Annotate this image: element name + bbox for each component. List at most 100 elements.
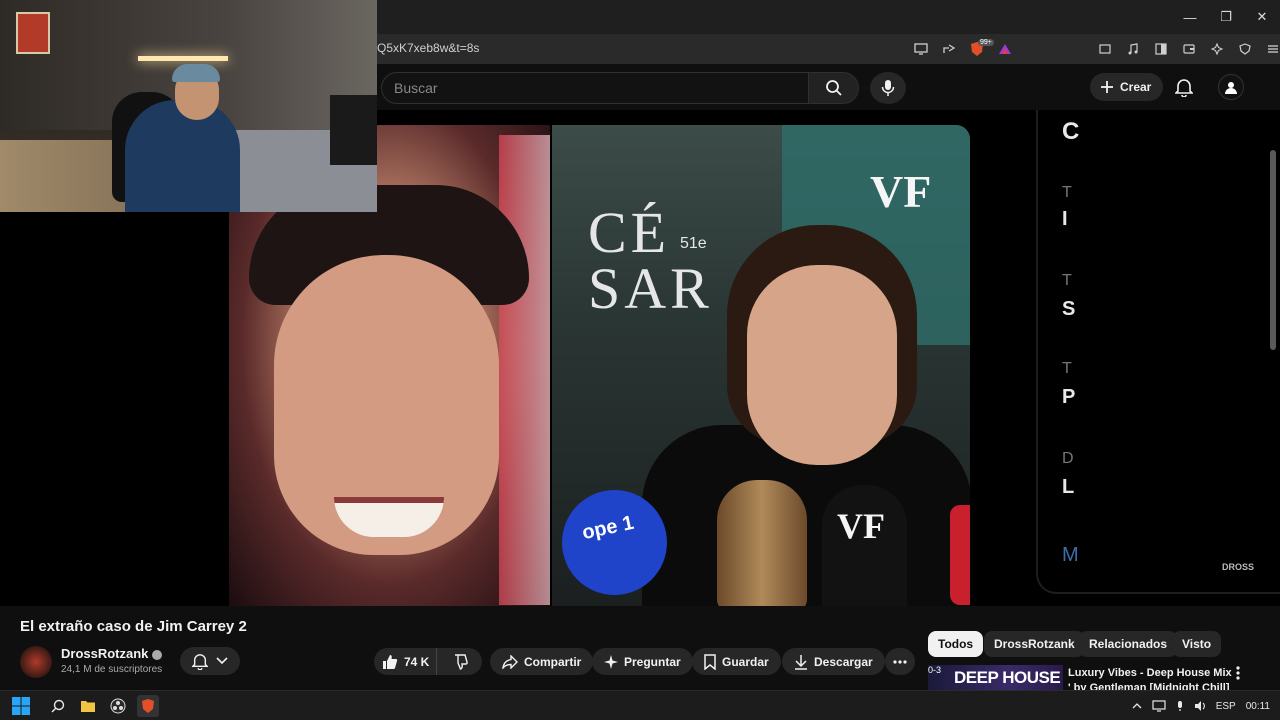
sparkle-icon <box>604 654 618 669</box>
close-button[interactable]: ✕ <box>1244 0 1280 34</box>
chapter-title[interactable]: L <box>1062 476 1074 499</box>
share-label: Compartir <box>524 654 582 669</box>
wall-picture <box>16 12 50 54</box>
more-vertical-icon[interactable] <box>1236 666 1248 684</box>
restore-button[interactable]: ❐ <box>1208 0 1244 34</box>
search-icon[interactable] <box>47 695 69 717</box>
subscriber-count: 24,1 M de suscriptores <box>61 664 163 675</box>
video-title: El extraño caso de Jim Carrey 2 <box>20 618 247 635</box>
language-indicator[interactable]: ESP <box>1216 701 1236 712</box>
ask-button[interactable]: Preguntar <box>592 648 693 675</box>
save-button[interactable]: Guardar <box>692 648 781 675</box>
dislike-button[interactable] <box>443 648 482 675</box>
download-label: Descargar <box>814 654 873 669</box>
download-icon <box>794 654 808 670</box>
download-button[interactable]: Descargar <box>782 648 885 675</box>
video-info: El extraño caso de Jim Carrey 2 DrossRot… <box>0 606 1280 709</box>
chapter-title[interactable]: S <box>1062 298 1075 321</box>
channel-avatar[interactable] <box>20 646 52 678</box>
recommendation-thumbnail[interactable]: 0-3 DEEP HOUSE <box>928 665 1063 690</box>
bell-icon <box>1175 77 1193 97</box>
page-scrollbar[interactable] <box>1270 150 1276 350</box>
system-tray: ESP 00:11 <box>1132 691 1270 720</box>
voice-search-button[interactable] <box>870 72 906 104</box>
chapter-more[interactable]: M <box>1062 544 1079 567</box>
chapter-sub: T <box>1062 272 1072 289</box>
leo-ai-icon[interactable] <box>1206 39 1228 59</box>
windows-start-icon[interactable] <box>10 695 32 717</box>
taskbar: ESP 00:11 <box>0 690 1280 720</box>
vpn-icon[interactable] <box>1234 39 1256 59</box>
filter-chip-watched[interactable]: Visto <box>1172 631 1222 657</box>
channel-name[interactable]: DrossRotzank <box>61 646 148 661</box>
browser-toolbar <box>1094 39 1280 59</box>
thumbnail-text: DEEP HOUSE <box>954 668 1061 687</box>
face-shape-2 <box>747 265 897 465</box>
account-avatar[interactable] <box>1218 74 1244 100</box>
brave-shields-icon[interactable]: 99+ <box>966 39 994 59</box>
window-controls: — ❐ ✕ <box>1172 0 1280 34</box>
more-actions-button[interactable] <box>885 648 915 675</box>
chapter-title[interactable]: I <box>1062 208 1068 231</box>
channel-watermark: DROSS <box>1221 562 1254 572</box>
sidebar-icon[interactable] <box>1150 39 1172 59</box>
verified-icon <box>152 649 163 660</box>
volume-icon[interactable] <box>1194 700 1206 712</box>
wallet-icon[interactable] <box>1178 39 1200 59</box>
like-count: 74 K <box>404 654 430 669</box>
filter-chip-all[interactable]: Todos <box>928 631 984 657</box>
cesar-trophy <box>717 480 807 606</box>
share-button[interactable]: Compartir <box>490 648 594 675</box>
menu-icon[interactable] <box>1262 39 1280 59</box>
network-icon[interactable] <box>1152 700 1166 712</box>
share-icon <box>502 654 518 669</box>
user-avatar-icon <box>1224 80 1238 94</box>
subscription-notifications-button[interactable] <box>180 647 240 675</box>
thumbnail-tag: 0-3 <box>928 665 942 675</box>
chapter-sub: T <box>1062 184 1072 201</box>
brave-rewards-icon[interactable] <box>994 39 1016 59</box>
microphone-icon[interactable] <box>1176 700 1184 712</box>
obs-icon[interactable] <box>107 695 129 717</box>
chapter-heading: C <box>1062 118 1080 145</box>
thumbs-down-icon <box>454 653 470 670</box>
plus-icon <box>1100 80 1114 94</box>
create-button[interactable]: Crear <box>1090 73 1164 101</box>
streamer-body <box>125 100 240 212</box>
channel-name-row[interactable]: DrossRotzank <box>61 646 163 661</box>
minimize-button[interactable]: — <box>1172 0 1208 34</box>
streamer-cap <box>172 64 220 82</box>
share-icon[interactable] <box>938 39 960 59</box>
webcam-overlay <box>0 0 377 212</box>
url-text[interactable]: Q5xK7xeb8w&t=8s <box>377 41 479 55</box>
chevron-up-icon[interactable] <box>1132 703 1142 709</box>
notifications-button[interactable] <box>1170 73 1198 101</box>
monitor-shape <box>330 95 377 165</box>
file-explorer-icon[interactable] <box>77 695 99 717</box>
brave-browser-icon[interactable] <box>137 695 159 717</box>
search-button[interactable] <box>809 72 859 104</box>
vf-mic-label: VF <box>837 506 885 546</box>
chapter-title[interactable]: P <box>1062 386 1075 409</box>
vf-logo: VF <box>870 166 932 217</box>
thumbs-up-icon <box>382 654 398 670</box>
cast-icon[interactable] <box>910 39 932 59</box>
music-icon[interactable] <box>1122 39 1144 59</box>
chapter-sub: T <box>1062 360 1072 377</box>
brave-badge: 99+ <box>978 39 994 46</box>
microphone-icon <box>881 79 895 97</box>
address-bar-actions: 99+ <box>910 39 1016 59</box>
create-label: Crear <box>1120 80 1152 94</box>
ask-label: Preguntar <box>624 654 681 669</box>
search-input[interactable] <box>382 73 808 103</box>
shelf-light <box>138 56 228 61</box>
like-button[interactable]: 74 K <box>374 648 437 675</box>
filter-chip-channel[interactable]: DrossRotzank <box>984 631 1085 657</box>
clock[interactable]: 00:11 <box>1246 701 1270 712</box>
save-label: Guardar <box>722 654 769 669</box>
edition-text: 51e <box>680 235 707 252</box>
filter-chip-related[interactable]: Relacionados <box>1079 631 1178 657</box>
more-horizontal-icon <box>893 659 907 664</box>
screenshot-icon[interactable] <box>1094 39 1116 59</box>
chapter-panel[interactable]: C T I T S T P D L M <box>1036 110 1280 594</box>
